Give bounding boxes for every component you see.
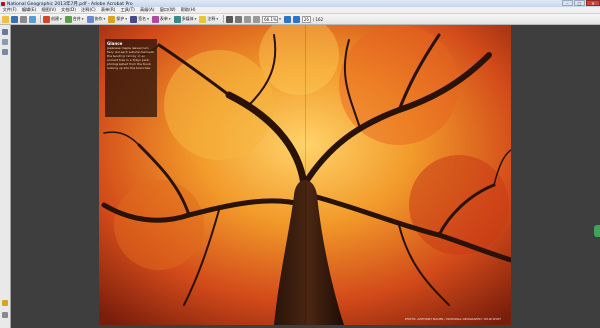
menu-comments[interactable]: 注释(C) xyxy=(79,7,99,13)
previous-page-icon[interactable] xyxy=(283,15,291,23)
menu-help[interactable]: 帮助(H) xyxy=(178,7,198,13)
comment-icon xyxy=(199,15,207,23)
save-icon[interactable] xyxy=(11,15,18,23)
open-folder-icon[interactable] xyxy=(2,15,9,23)
collaborate-icon xyxy=(86,15,94,23)
zoom-in-icon[interactable] xyxy=(253,15,261,23)
title-bar: National Geographic 2013年7月.pdf - Adobe … xyxy=(0,0,600,7)
toolbar: 创建 ▾ 合并 ▾ 协作 ▾ 保护 ▾ 签名 ▾ 表单 ▾ 多媒体 ▾ 注释 ▾… xyxy=(0,14,600,25)
pages-icon[interactable] xyxy=(2,29,8,35)
secure-button[interactable]: 保护 ▾ xyxy=(108,15,128,23)
attachment-icon[interactable] xyxy=(2,312,8,318)
menu-advanced[interactable]: 高级(A) xyxy=(137,7,157,13)
multimedia-button[interactable]: 多媒体 ▾ xyxy=(173,15,197,23)
zoom-out-icon[interactable] xyxy=(244,15,252,23)
email-icon[interactable] xyxy=(29,15,36,23)
navigation-panel xyxy=(0,25,11,328)
film-icon xyxy=(173,15,181,23)
side-gadget[interactable] xyxy=(594,225,600,237)
signatures-icon[interactable] xyxy=(2,49,8,55)
acrobat-icon xyxy=(1,1,5,6)
create-pdf-icon xyxy=(43,15,50,23)
window-title: National Geographic 2013年7月.pdf - Adobe … xyxy=(7,1,133,7)
chevron-down-icon: ▾ xyxy=(103,17,106,21)
chevron-down-icon[interactable]: ▾ xyxy=(279,17,281,21)
lock-icon xyxy=(108,15,116,23)
chevron-down-icon: ▾ xyxy=(168,17,171,21)
pen-icon xyxy=(130,15,138,23)
pdf-page-spread[interactable]: Glance Japanese maple leaves turn fiery … xyxy=(99,25,511,325)
form-icon xyxy=(151,15,159,23)
sign-button[interactable]: 签名 ▾ xyxy=(130,15,149,23)
photo-caption: Glance Japanese maple leaves turn fiery … xyxy=(105,39,157,117)
window-controls: – □ ✕ xyxy=(561,0,600,7)
menu-forms[interactable]: 表单(R) xyxy=(98,7,118,13)
toolbar-separator xyxy=(223,15,225,23)
chevron-down-icon: ▾ xyxy=(60,17,62,21)
chevron-down-icon: ▾ xyxy=(81,17,84,21)
menu-edit[interactable]: 编辑(E) xyxy=(19,7,38,13)
bookmarks-icon[interactable] xyxy=(2,39,8,45)
comments-icon[interactable] xyxy=(2,300,8,306)
maximize-button[interactable]: □ xyxy=(574,0,585,6)
chevron-down-icon: ▾ xyxy=(125,17,128,21)
forms-button[interactable]: 表单 ▾ xyxy=(151,15,171,23)
caption-body: Japanese maple leaves turn fiery red eac… xyxy=(107,46,154,70)
menu-file[interactable]: 文件(F) xyxy=(0,7,19,13)
comment-button[interactable]: 注释 ▾ xyxy=(199,15,219,23)
menu-tools[interactable]: 工具(T) xyxy=(118,7,137,13)
menu-window[interactable]: 窗口(W) xyxy=(157,7,178,13)
page-number-input[interactable]: 26 xyxy=(301,15,311,23)
create-button[interactable]: 创建 ▾ xyxy=(43,15,62,23)
print-icon[interactable] xyxy=(20,15,27,23)
zoom-input[interactable]: 66.1% xyxy=(262,15,279,23)
combine-icon xyxy=(64,15,72,23)
minimize-button[interactable]: – xyxy=(562,0,573,6)
menu-document[interactable]: 文档(D) xyxy=(58,7,78,13)
photo-credit: PHOTO: ANTHONY BAUER / NATIONAL GEOGRAPH… xyxy=(404,317,501,321)
next-page-icon[interactable] xyxy=(292,15,300,23)
toolbar-separator xyxy=(40,15,41,23)
chevron-down-icon: ▾ xyxy=(147,17,149,21)
hand-tool-icon[interactable] xyxy=(226,15,234,23)
menu-view[interactable]: 视图(V) xyxy=(39,7,59,13)
combine-button[interactable]: 合并 ▾ xyxy=(64,15,84,23)
page-gutter xyxy=(305,25,306,325)
chevron-down-icon: ▾ xyxy=(194,17,197,21)
chevron-down-icon: ▾ xyxy=(216,17,219,21)
document-area[interactable]: Glance Japanese maple leaves turn fiery … xyxy=(11,25,600,328)
select-tool-icon[interactable] xyxy=(235,15,243,23)
page-total: / 162 xyxy=(312,16,324,22)
collaborate-button[interactable]: 协作 ▾ xyxy=(86,15,106,23)
close-button[interactable]: ✕ xyxy=(586,0,600,6)
menu-bar: 文件(F) 编辑(E) 视图(V) 文档(D) 注释(C) 表单(R) 工具(T… xyxy=(0,7,600,14)
